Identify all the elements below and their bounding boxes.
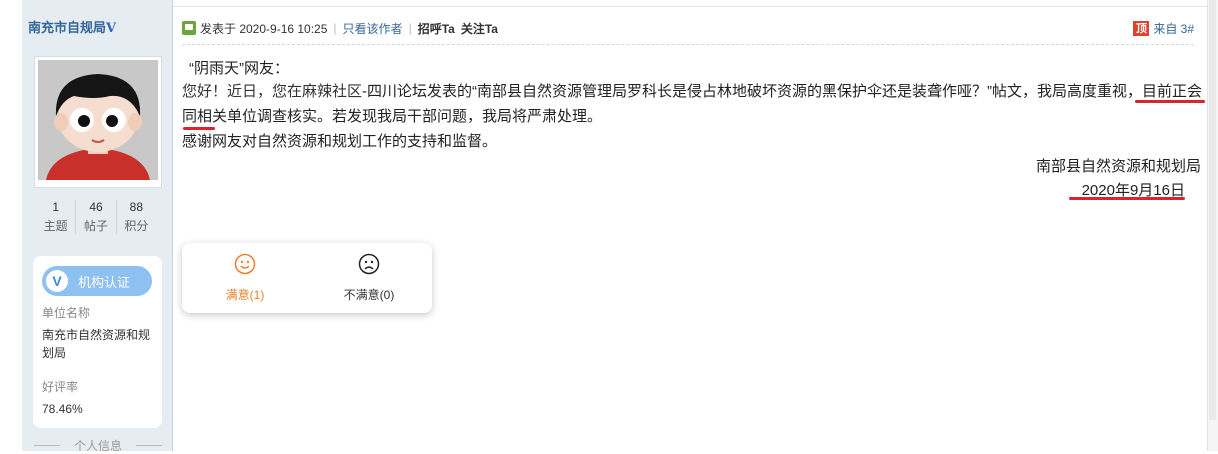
- top-divider: [22, 0, 1208, 7]
- avatar-image: [38, 60, 158, 180]
- unit-name-label: 单位名称: [42, 306, 91, 320]
- underline-mark: [1135, 100, 1205, 103]
- post-thanks: 感谢网友对自然资源和规划工作的支持和监督。: [182, 133, 498, 150]
- stat-posts-value: 46: [89, 200, 103, 214]
- scrollbar[interactable]: [1207, 0, 1218, 451]
- rating-label: 好评率: [42, 380, 79, 394]
- unsatisfied-label: 不满意(0): [343, 288, 395, 302]
- personal-info-heading: 个人信息: [34, 437, 162, 454]
- floor-info: 顶 来自 3#: [1133, 20, 1194, 37]
- post-body: 您好！近日，您在麻辣社区-四川论坛发表的“南部县自然资源管理局罗科长是侵占林地破…: [182, 79, 1207, 129]
- rating-box: 满意(1) 不满意(0): [182, 243, 432, 313]
- cert-v-icon: V: [46, 270, 68, 292]
- satisfied-label: 满意(1): [225, 288, 265, 302]
- stat-threads-value: 1: [52, 200, 59, 214]
- author-stats: 1 主题 46 帖子 88 积分: [36, 200, 156, 234]
- follow-link[interactable]: 关注Ta: [461, 20, 498, 37]
- header-separator: |: [333, 21, 337, 35]
- signature-org: 南部县自然资源和规划局: [1035, 158, 1201, 175]
- post-greeting: “阴雨天”网友：: [189, 60, 289, 77]
- satisfied-button[interactable]: 满意(1): [195, 253, 295, 303]
- only-author-link[interactable]: 只看该作者: [343, 20, 403, 37]
- stat-posts-label: 帖子: [83, 219, 108, 233]
- certification-card: V 机构认证 单位名称 南充市自然资源和规划局 好评率 78.46%: [33, 256, 162, 428]
- header-separator: |: [408, 21, 412, 35]
- unit-name-value: 南充市自然资源和规划局: [42, 328, 151, 360]
- greet-link[interactable]: 招呼Ta: [418, 20, 455, 37]
- author-sidebar: 南充市自规局V 1 主题 46 帖子 88 积分 V 机构认证 单位名称 南充市…: [22, 0, 173, 454]
- post-time-icon: [182, 21, 196, 35]
- post-header: 发表于 2020-9-16 10:25 | 只看该作者 | 招呼Ta 关注Ta …: [182, 18, 1194, 38]
- left-gutter: [0, 0, 22, 451]
- author-name[interactable]: 南充市自规局: [28, 20, 106, 35]
- post-time: 发表于 2020-9-16 10:25: [200, 21, 328, 36]
- verified-v-icon: V: [106, 21, 117, 36]
- top-icon[interactable]: 顶: [1133, 20, 1150, 36]
- stat-threads-label: 主题: [43, 219, 68, 233]
- stat-points-label: 积分: [124, 219, 149, 233]
- underline-mark: [1069, 197, 1185, 200]
- rating-value: 78.46%: [42, 402, 83, 416]
- floor-link[interactable]: 来自 3#: [1153, 20, 1194, 37]
- post-body-handwritten: 您好！近日，您在麻辣社区: [182, 82, 363, 100]
- stat-threads[interactable]: 1 主题: [36, 200, 77, 234]
- stat-posts[interactable]: 46 帖子: [76, 200, 117, 234]
- author-name-link[interactable]: 南充市自规局V: [28, 17, 116, 36]
- stat-points[interactable]: 88 积分: [117, 200, 156, 234]
- header-divider: [182, 44, 1194, 45]
- avatar[interactable]: [34, 56, 162, 188]
- unsatisfied-button[interactable]: 不满意(0): [319, 253, 419, 303]
- scrollbar-thumb[interactable]: [1209, 0, 1216, 420]
- frown-icon: [358, 253, 380, 275]
- cert-badge-label: 机构认证: [78, 274, 131, 290]
- smile-icon: [234, 253, 256, 275]
- stat-points-value: 88: [129, 200, 143, 214]
- institution-cert-badge[interactable]: V 机构认证: [42, 266, 152, 296]
- underline-mark: [183, 127, 215, 130]
